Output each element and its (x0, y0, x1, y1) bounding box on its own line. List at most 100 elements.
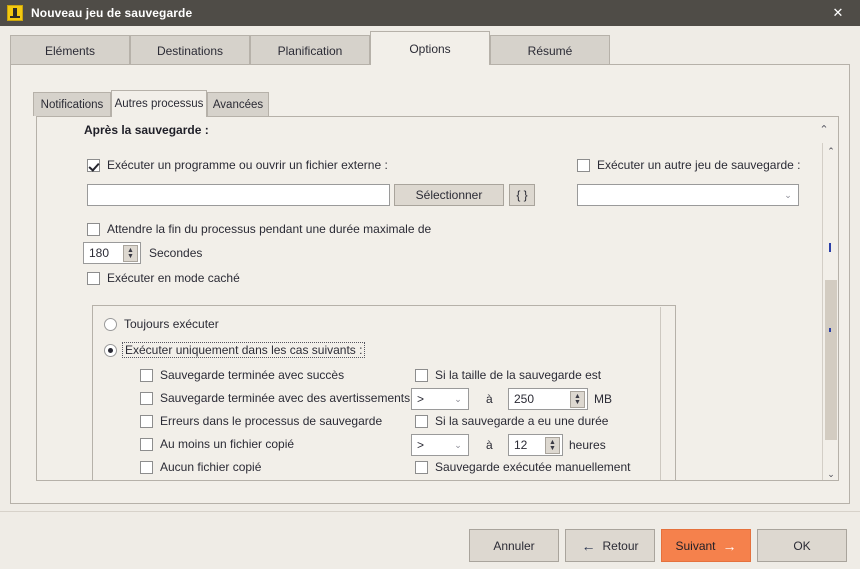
duration-operator-value: > (417, 438, 425, 452)
cond-duration-checkbox[interactable] (415, 414, 428, 428)
tab-destinations[interactable]: Destinations (130, 35, 250, 65)
next-button[interactable]: Suivant → (661, 529, 751, 562)
run-program-checkbox[interactable] (87, 158, 100, 172)
always-execute-label: Toujours exécuter (124, 317, 219, 331)
cond-errors-checkbox[interactable] (140, 414, 153, 428)
autres-processus-pane: Après la sauvegarde : ⌃ Exécuter un prog… (36, 116, 839, 481)
app-icon (7, 5, 23, 21)
hidden-mode-label: Exécuter en mode caché (107, 271, 240, 285)
wait-seconds-stepper[interactable]: 180 ▲ ▼ (83, 242, 141, 264)
cond-at-least-one-file-checkbox[interactable] (140, 437, 153, 451)
cond-no-file-label: Aucun fichier copié (160, 460, 262, 474)
size-joiner-label: à (486, 392, 493, 406)
wait-seconds-value: 180 (89, 246, 110, 260)
group-title: Après la sauvegarde : (84, 123, 209, 137)
cond-success-row[interactable]: Sauvegarde terminée avec succès (140, 368, 344, 382)
scroll-up-icon[interactable]: ⌃ (823, 143, 838, 159)
select-file-button[interactable]: Sélectionner (394, 184, 504, 206)
column-divider (660, 307, 661, 480)
duration-value-stepper[interactable]: 12 ▲ ▼ (508, 434, 563, 456)
tab-planification[interactable]: Planification (250, 35, 370, 65)
cond-manual-row[interactable]: Sauvegarde exécutée manuellement (415, 460, 630, 474)
scroll-mark (829, 328, 831, 332)
scroll-down-icon[interactable]: ⌄ (823, 466, 838, 480)
cond-warnings-label: Sauvegarde terminée avec des avertisseme… (160, 391, 411, 405)
arrow-right-icon: → (722, 537, 737, 554)
cond-success-label: Sauvegarde terminée avec succès (160, 368, 345, 382)
duration-unit-label: heures (569, 438, 606, 452)
arrow-left-icon: ← (581, 537, 596, 554)
conditional-execute-radio[interactable] (104, 343, 117, 357)
duration-value: 12 (514, 438, 528, 452)
run-program-label: Exécuter un programme ou ouvrir un fichi… (107, 158, 388, 172)
stepper-arrows-icon[interactable]: ▲ ▼ (123, 245, 138, 262)
vertical-scrollbar[interactable]: ⌃ ⌄ (822, 143, 838, 480)
run-program-row[interactable]: Exécuter un programme ou ouvrir un fichi… (87, 158, 388, 172)
scroll-mark (829, 243, 831, 252)
ok-button-label: OK (793, 538, 811, 553)
cond-success-checkbox[interactable] (140, 368, 153, 382)
cond-errors-row[interactable]: Erreurs dans le processus de sauvegarde (140, 414, 382, 428)
group-header: Après la sauvegarde : ⌃ (37, 117, 838, 143)
cond-size-label: Si la taille de la sauvegarde est (435, 368, 602, 382)
ok-button[interactable]: OK (757, 529, 847, 562)
chevron-up-icon[interactable]: ⌃ (818, 124, 830, 136)
size-value-stepper[interactable]: 250 ▲ ▼ (508, 388, 588, 410)
back-button[interactable]: ← Retour (565, 529, 655, 562)
scroll-content: Exécuter un programme ou ouvrir un fichi… (37, 143, 824, 480)
cond-no-file-row[interactable]: Aucun fichier copié (140, 460, 261, 474)
close-icon[interactable]: ✕ (816, 0, 860, 26)
duration-operator-select[interactable]: > ⌄ (411, 434, 469, 456)
wait-process-checkbox[interactable] (87, 222, 100, 236)
scrollbar-thumb[interactable] (825, 280, 837, 440)
execution-conditions-groupbox: Toujours exécuter Exécuter uniquement da… (92, 305, 676, 480)
cond-warnings-row[interactable]: Sauvegarde terminée avec des avertisseme… (140, 391, 410, 405)
stepper-arrows-icon[interactable]: ▲ ▼ (570, 391, 585, 408)
tab-autres-processus[interactable]: Autres processus (111, 90, 207, 117)
hidden-mode-row[interactable]: Exécuter en mode caché (87, 271, 240, 285)
always-execute-radio[interactable] (104, 317, 117, 331)
back-button-label: Retour (602, 538, 639, 553)
cond-size-checkbox[interactable] (415, 368, 428, 382)
size-operator-value: > (417, 392, 425, 406)
cancel-button[interactable]: Annuler (469, 529, 559, 562)
dialog-window: Nouveau jeu de sauvegarde ✕ Eléments Des… (0, 0, 860, 569)
program-path-input[interactable] (87, 184, 390, 206)
conditional-execute-label: Exécuter uniquement dans les cas suivant… (122, 342, 366, 358)
cond-errors-label: Erreurs dans le processus de sauvegarde (160, 414, 383, 428)
tab-resume[interactable]: Résumé (490, 35, 610, 65)
size-unit-label: MB (594, 392, 612, 406)
cancel-button-label: Annuler (493, 538, 535, 553)
cond-duration-row[interactable]: Si la sauvegarde a eu une durée (415, 414, 608, 428)
cond-at-least-one-file-label: Au moins un fichier copié (160, 437, 295, 451)
run-other-backup-checkbox[interactable] (577, 158, 590, 172)
always-execute-row[interactable]: Toujours exécuter (104, 317, 219, 331)
cond-no-file-checkbox[interactable] (140, 460, 153, 474)
chevron-down-icon: ⌄ (784, 189, 792, 200)
next-button-label: Suivant (675, 538, 716, 553)
cond-manual-label: Sauvegarde exécutée manuellement (435, 460, 631, 474)
options-panel: Notifications Autres processus Avancées … (10, 64, 850, 504)
cond-warnings-checkbox[interactable] (140, 391, 153, 405)
title-bar: Nouveau jeu de sauvegarde ✕ (0, 0, 860, 26)
stepper-arrows-icon[interactable]: ▲ ▼ (545, 437, 560, 454)
cond-duration-label: Si la sauvegarde a eu une durée (435, 414, 609, 428)
duration-joiner-label: à (486, 438, 493, 452)
cond-manual-checkbox[interactable] (415, 460, 428, 474)
size-value: 250 (514, 392, 535, 406)
chevron-down-icon: ⌄ (454, 393, 462, 404)
other-backup-select[interactable]: ⌄ (577, 184, 799, 206)
tab-elements[interactable]: Eléments (10, 35, 130, 65)
hidden-mode-checkbox[interactable] (87, 271, 100, 285)
run-other-backup-label: Exécuter un autre jeu de sauvegarde : (597, 158, 801, 172)
conditional-execute-row[interactable]: Exécuter uniquement dans les cas suivant… (104, 342, 366, 358)
cond-size-row[interactable]: Si la taille de la sauvegarde est (415, 368, 601, 382)
tab-notifications[interactable]: Notifications (33, 92, 111, 116)
wait-process-row[interactable]: Attendre la fin du processus pendant une… (87, 222, 431, 236)
size-operator-select[interactable]: > ⌄ (411, 388, 469, 410)
cond-at-least-one-file-row[interactable]: Au moins un fichier copié (140, 437, 294, 451)
variables-button[interactable]: { } (509, 184, 535, 206)
run-other-backup-row[interactable]: Exécuter un autre jeu de sauvegarde : (577, 158, 800, 172)
tab-avancees[interactable]: Avancées (207, 92, 269, 116)
tab-options[interactable]: Options (370, 31, 490, 65)
